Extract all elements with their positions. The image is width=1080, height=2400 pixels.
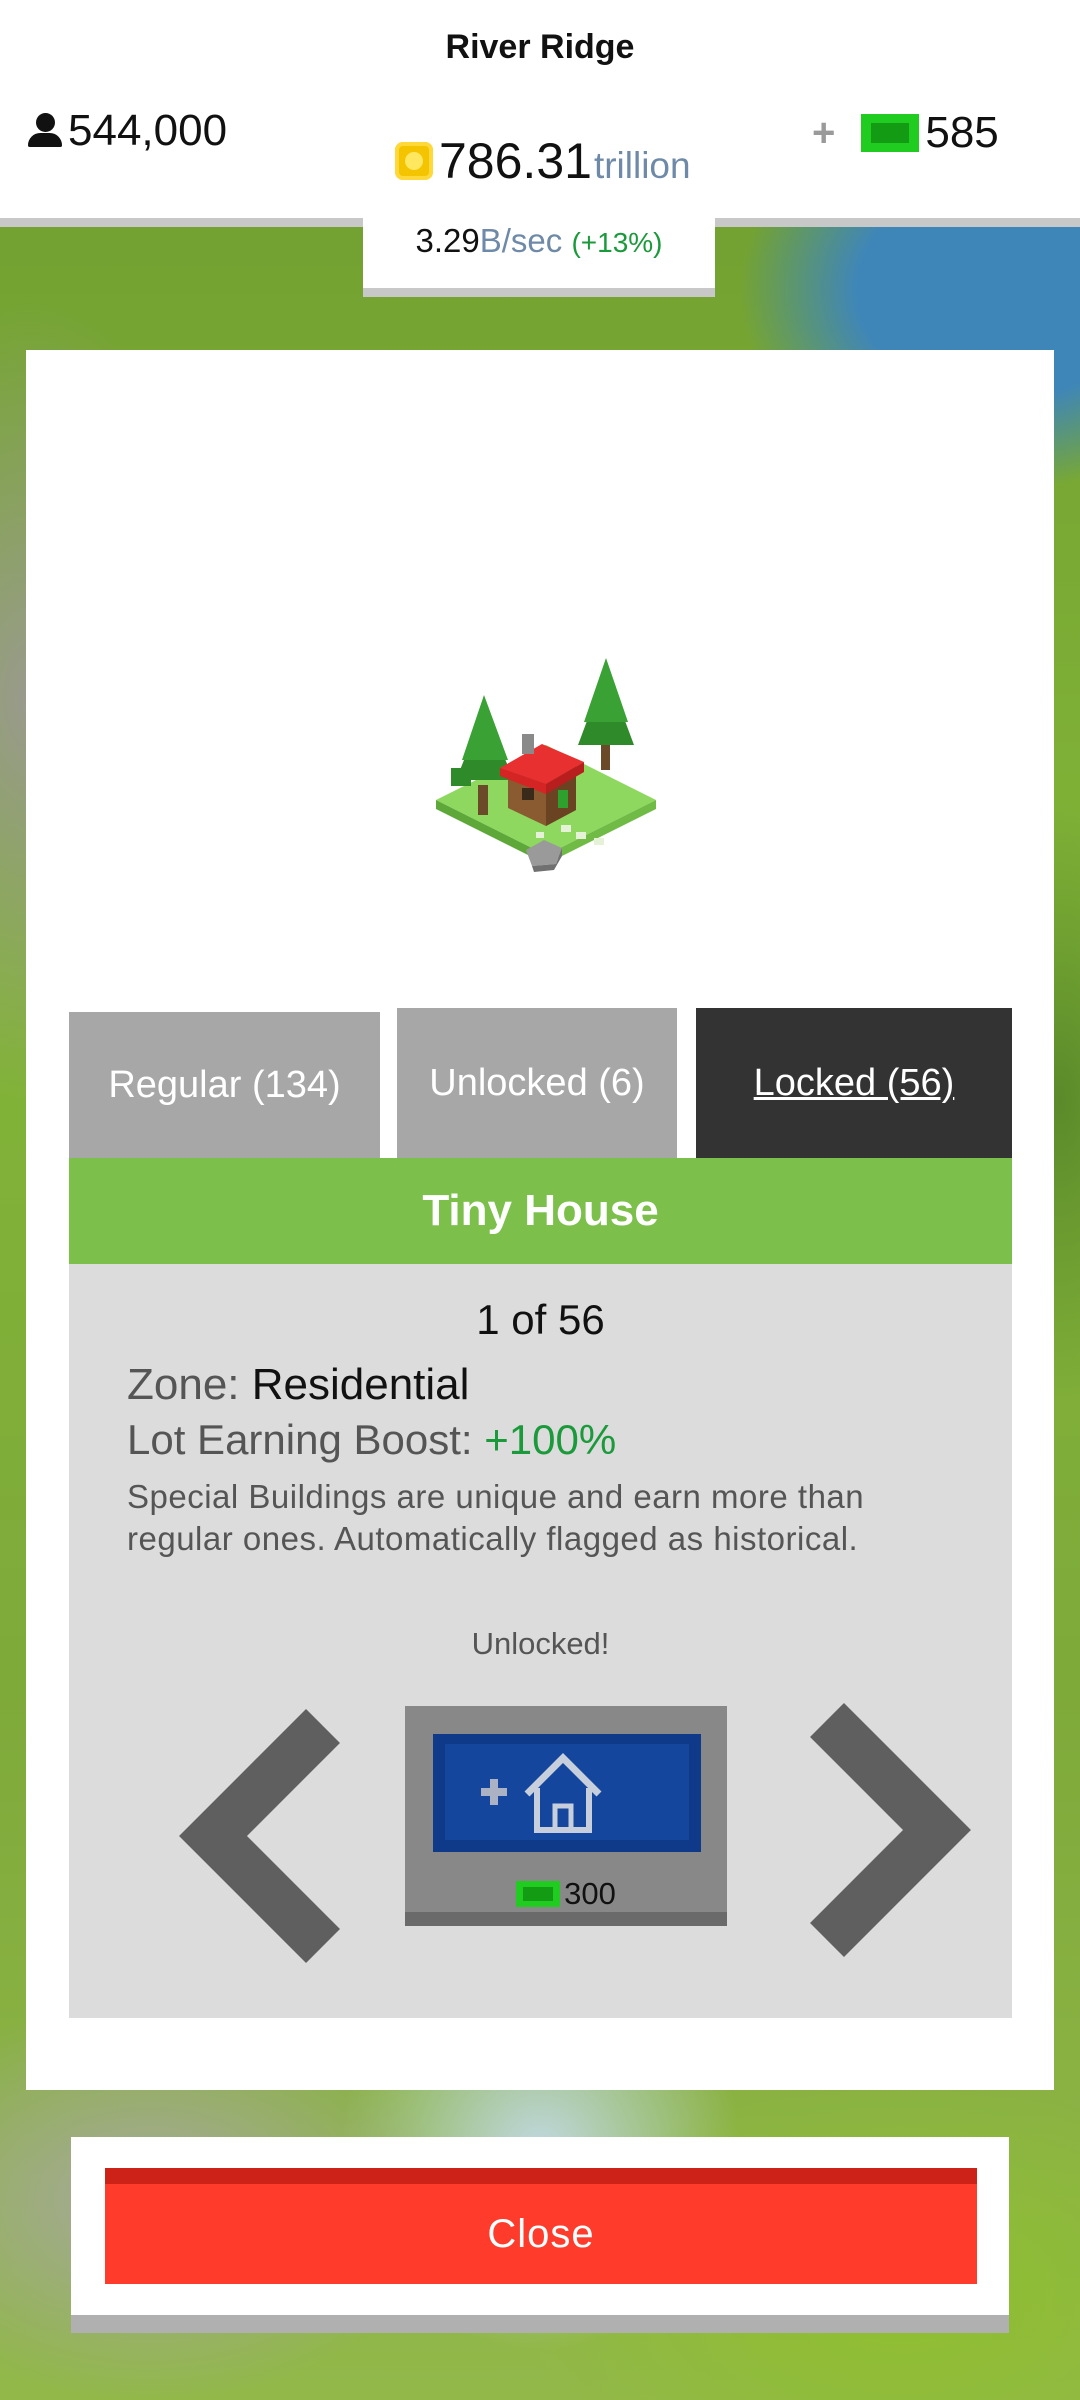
buy-building-button[interactable]: 300 — [405, 1706, 727, 1926]
building-description: Special Buildings are unique and earn mo… — [127, 1478, 865, 1557]
gem-icon — [861, 114, 920, 152]
gems-value: 585 — [925, 108, 999, 157]
building-info: 1 of 56 Zone: Residential Lot Earning Bo… — [69, 1264, 1012, 2018]
zone-label: Zone: — [127, 1360, 240, 1409]
tab-locked[interactable]: Locked (56) — [696, 1008, 1012, 1158]
population-display: 544,000 — [26, 106, 227, 156]
price-display: 300 — [405, 1876, 727, 1912]
population-value: 544,000 — [68, 106, 228, 155]
special-buildings-panel: Regular (134) Unlocked (6) Locked (56) T… — [26, 350, 1054, 2090]
income-rate: 3.29B/sec (+13%) — [363, 222, 715, 260]
zone-value: Residential — [251, 1360, 470, 1409]
add-house-icon — [481, 1753, 602, 1833]
previous-arrow-icon[interactable] — [173, 1706, 343, 1966]
tiny-house-preview-image — [436, 658, 656, 872]
income-unit: B/sec — [479, 222, 563, 259]
building-counter: 1 of 56 — [476, 1296, 605, 1343]
close-button[interactable]: Close — [105, 2168, 977, 2284]
income-value: 3.29 — [415, 222, 480, 259]
city-name: River Ridge — [445, 28, 635, 66]
unlock-status: Unlocked! — [471, 1626, 610, 1661]
tab-regular[interactable]: Regular (134) — [69, 1012, 380, 1158]
coins-display: 786.31 trillion — [395, 132, 691, 190]
income-box-shadow — [363, 288, 715, 297]
close-panel-shadow — [71, 2315, 1009, 2333]
boost-label: Lot Earning Boost: — [127, 1416, 473, 1463]
boost-value: +100% — [484, 1416, 617, 1463]
price-value: 300 — [564, 1876, 616, 1911]
zone-line: Zone: Residential — [127, 1360, 469, 1410]
building-title: Tiny House — [69, 1158, 1012, 1264]
coins-unit: trillion — [593, 145, 691, 186]
coin-icon — [395, 142, 433, 180]
tab-unlocked[interactable]: Unlocked (6) — [397, 1008, 677, 1158]
buy-button-face[interactable] — [433, 1734, 701, 1852]
gem-icon — [516, 1881, 561, 1907]
gems-display[interactable]: + 585 — [812, 108, 999, 158]
add-gems-icon[interactable]: + — [812, 111, 835, 156]
income-percent: (+13%) — [571, 227, 663, 258]
coins-value: 786.31 — [439, 133, 592, 189]
next-arrow-icon[interactable] — [807, 1700, 977, 1960]
boost-line: Lot Earning Boost: +100% — [127, 1416, 616, 1464]
person-icon — [26, 113, 64, 149]
